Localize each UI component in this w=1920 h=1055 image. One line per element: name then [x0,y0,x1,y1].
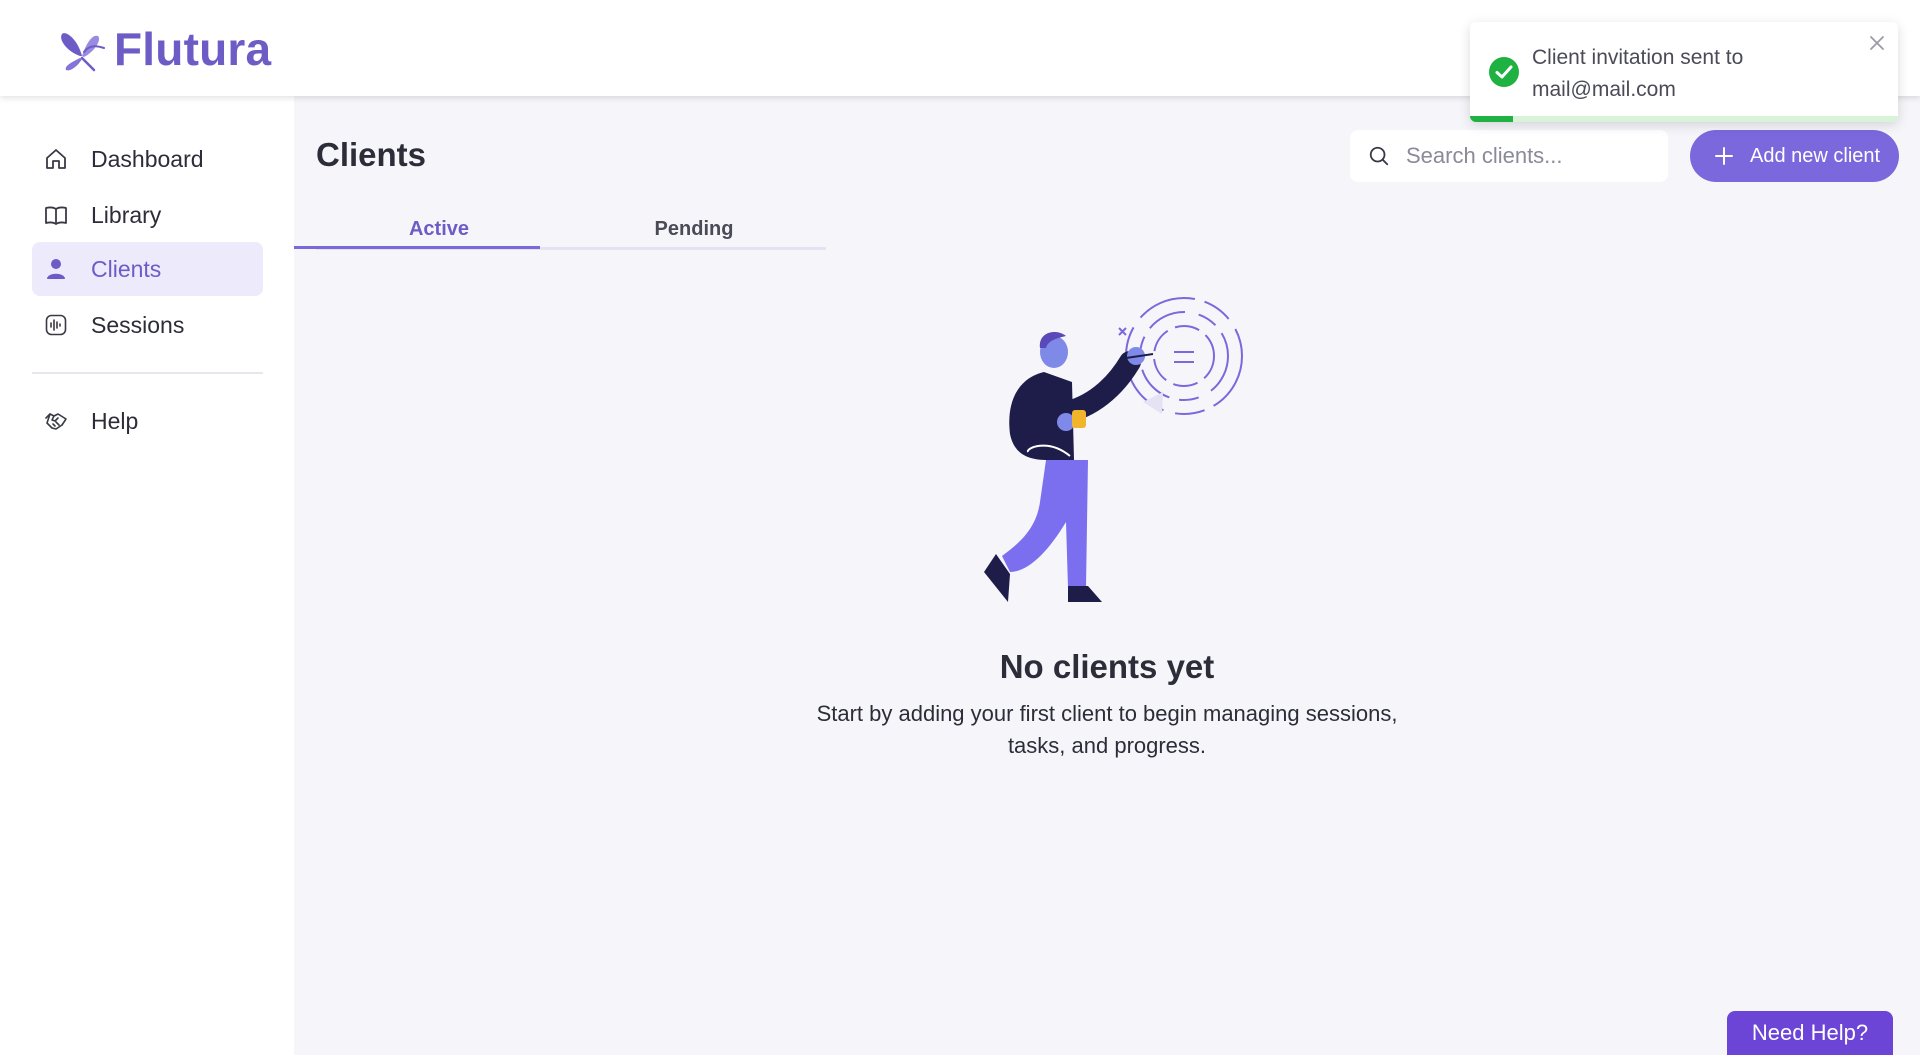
empty-state-description: Start by adding your first client to beg… [816,701,1398,758]
main-content: Clients Add new client Active Pending [294,96,1920,1055]
empty-state-illustration [984,297,1243,602]
need-help-button[interactable]: Need Help? [1727,1011,1893,1055]
client-tabs: Active Pending [316,212,826,250]
sidebar-item-label: Library [91,202,162,228]
add-new-client-button[interactable]: Add new client [1690,130,1899,182]
add-button-label: Add new client [1750,145,1881,167]
user-icon [47,259,65,279]
toast-progress-track [1470,116,1898,122]
handshake-icon [45,413,67,430]
search-box[interactable] [1350,130,1668,182]
sidebar-item-label: Clients [91,256,162,282]
success-toast: Client invitation sent to mail@mail.com [1470,22,1898,122]
sidebar-item-dashboard[interactable]: Dashboard [32,132,263,186]
search-icon [1369,146,1389,166]
sidebar-item-clients[interactable]: Clients [32,242,263,296]
sidebar: Dashboard Library Clients Sessions Help [0,96,294,1055]
check-circle-icon [1489,57,1519,87]
flutura-logo[interactable]: Flutura [58,22,271,76]
plus-icon [1715,147,1733,165]
audio-wave-icon [45,314,67,336]
sidebar-item-label: Help [91,408,139,434]
sidebar-item-label: Dashboard [91,146,204,172]
sidebar-divider [32,372,263,374]
butterfly-icon [61,33,105,72]
search-input[interactable] [1406,138,1656,174]
sidebar-item-label: Sessions [91,312,185,338]
active-tab-indicator [294,246,540,249]
empty-state-title: No clients yet [999,648,1215,685]
toast-message: Client invitation sent to mail@mail.com [1532,46,1744,101]
app-name: Flutura [114,23,272,75]
page-title: Clients [316,136,427,173]
sidebar-item-sessions[interactable]: Sessions [32,298,263,352]
close-icon[interactable] [1868,34,1886,52]
sidebar-item-help[interactable]: Help [32,394,263,448]
tab-pending[interactable]: Pending [562,218,826,250]
book-icon [45,206,67,225]
sidebar-item-library[interactable]: Library [32,188,263,242]
home-icon [46,149,66,169]
toast-progress-fill [1470,116,1513,122]
